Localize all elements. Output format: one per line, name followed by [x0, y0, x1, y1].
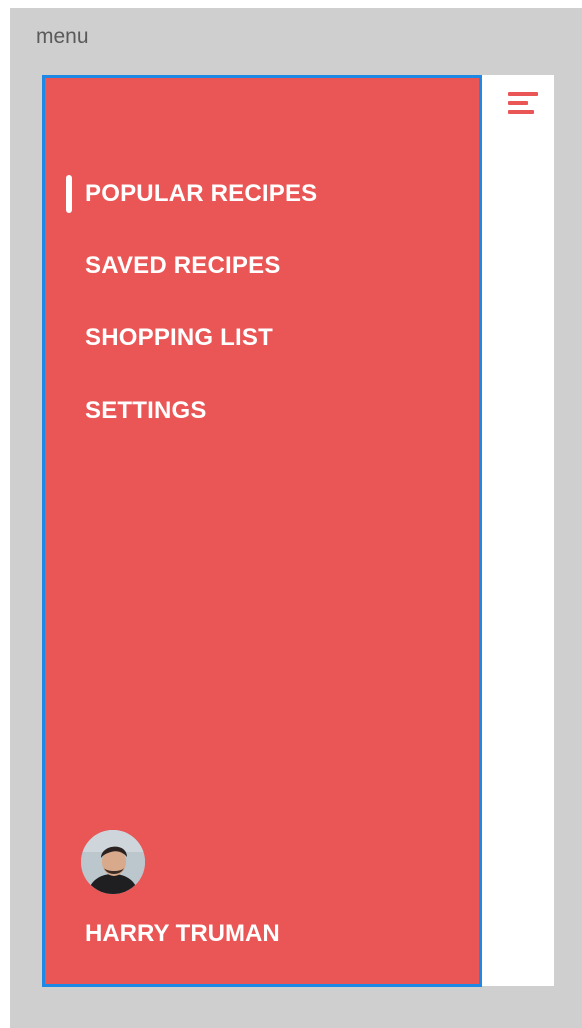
- user-avatar[interactable]: [81, 830, 145, 894]
- phone-screen: POPULAR RECIPES SAVED RECIPES SHOPPING L…: [42, 75, 554, 987]
- artboard: menu POPULAR RECIPES SAVED RECIPES SHOPP…: [10, 8, 582, 1028]
- nav-item-saved-recipes[interactable]: SAVED RECIPES: [85, 251, 281, 281]
- nav-item-popular-recipes[interactable]: POPULAR RECIPES: [85, 179, 317, 209]
- frame-label: menu: [36, 25, 89, 48]
- user-name: HARRY TRUMAN: [85, 920, 280, 947]
- hamburger-menu-icon[interactable]: [506, 90, 540, 118]
- navigation-drawer: POPULAR RECIPES SAVED RECIPES SHOPPING L…: [42, 75, 482, 987]
- active-item-indicator: [66, 175, 72, 213]
- nav-item-shopping-list[interactable]: SHOPPING LIST: [85, 323, 273, 353]
- nav-item-settings[interactable]: SETTINGS: [85, 396, 207, 426]
